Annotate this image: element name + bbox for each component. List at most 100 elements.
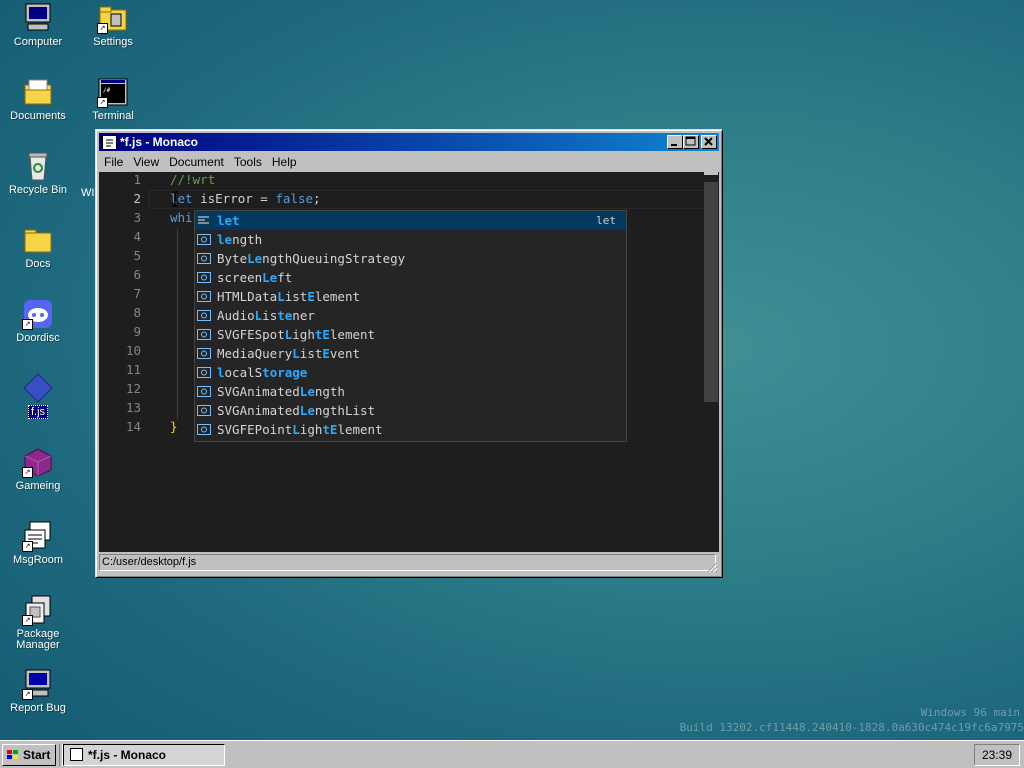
line-number: 9 bbox=[133, 324, 141, 339]
label-text: igh bbox=[292, 327, 315, 342]
variable-icon bbox=[197, 386, 211, 397]
menu-file[interactable]: File bbox=[99, 152, 128, 169]
line-number: 14 bbox=[125, 419, 141, 434]
menu-document[interactable]: Document bbox=[164, 152, 229, 169]
desktop-icon-doordisc[interactable]: ↗ Doordisc bbox=[0, 298, 76, 344]
suggestion-label: screenLeft bbox=[217, 270, 292, 285]
suggestion-item[interactable]: HTMLDataListElement bbox=[195, 287, 626, 306]
desktop-icon-gameing[interactable]: ↗ Gameing bbox=[0, 446, 76, 492]
code-token: isError = bbox=[192, 191, 276, 206]
line-number: 6 bbox=[133, 267, 141, 282]
system-tray-clock[interactable]: 23:39 bbox=[974, 744, 1020, 766]
minimize-button[interactable] bbox=[667, 135, 683, 149]
line-number: 8 bbox=[133, 305, 141, 320]
desktop-icon-documents[interactable]: Documents bbox=[0, 76, 76, 122]
suggestion-item[interactable]: MediaQueryListEvent bbox=[195, 344, 626, 363]
label-text: ner bbox=[292, 308, 315, 323]
build-watermark-line1: Windows 96 main bbox=[920, 706, 1020, 719]
suggestion-item[interactable]: length bbox=[195, 230, 626, 249]
desktop-icon-label: Settings bbox=[93, 36, 133, 48]
desktop-icon-fjs[interactable]: f.js bbox=[0, 372, 76, 419]
suggestion-item[interactable]: SVGAnimatedLength bbox=[195, 382, 626, 401]
suggestion-item[interactable]: SVGAnimatedLengthList bbox=[195, 401, 626, 420]
code-line-3: whi bbox=[170, 210, 193, 225]
line-number: 10 bbox=[125, 343, 141, 358]
label-text: ist bbox=[284, 289, 308, 304]
desktop-icon-label: Doordisc bbox=[16, 332, 60, 344]
label-text: lement bbox=[314, 289, 361, 304]
desktop-icon-label: Gameing bbox=[15, 480, 61, 492]
desktop-icon-recycle-bin[interactable]: Recycle Bin bbox=[0, 150, 76, 196]
shortcut-arrow-icon: ↗ bbox=[22, 689, 33, 700]
label-text: vent bbox=[329, 346, 361, 361]
menu-tools[interactable]: Tools bbox=[229, 152, 267, 169]
desktop-icon-msgroom[interactable]: ↗ MsgRoom bbox=[0, 520, 76, 566]
menu-help[interactable]: Help bbox=[267, 152, 302, 169]
desktop-icon-docs[interactable]: Docs bbox=[0, 224, 76, 270]
variable-icon bbox=[197, 291, 211, 302]
taskbar: Start *f.js - Monaco 23:39 bbox=[0, 740, 1024, 768]
match-highlight: tE bbox=[314, 327, 330, 342]
report-bug-icon: ↗ bbox=[22, 668, 54, 700]
shortcut-arrow-icon: ↗ bbox=[22, 615, 33, 626]
taskbar-item-monaco[interactable]: *f.js - Monaco bbox=[63, 744, 225, 766]
suggestion-item[interactable]: AudioListener bbox=[195, 306, 626, 325]
suggestion-detail: let bbox=[596, 214, 616, 227]
label-text: SVGFESpot bbox=[217, 327, 285, 342]
label-text: ft bbox=[277, 270, 293, 285]
line-number: 2 bbox=[133, 191, 141, 206]
desktop-icon-report-bug[interactable]: ↗ Report Bug bbox=[0, 668, 76, 714]
desktop-icon-package-manager[interactable]: ↗ Package Manager bbox=[0, 594, 76, 651]
variable-icon bbox=[197, 348, 211, 359]
menu-view[interactable]: View bbox=[128, 152, 164, 169]
literal-token: false bbox=[275, 191, 314, 206]
vertical-scroll-thumb[interactable] bbox=[704, 182, 718, 402]
maximize-button[interactable] bbox=[683, 135, 699, 149]
gameing-cube-icon: ↗ bbox=[22, 446, 54, 478]
desktop-icon-computer[interactable]: Computer bbox=[0, 2, 76, 48]
code-line-2: let isError = false; bbox=[170, 191, 321, 206]
match-highlight: tE bbox=[322, 422, 338, 437]
close-button[interactable] bbox=[701, 135, 717, 149]
settings-folder-icon: ↗ bbox=[97, 2, 129, 34]
suggestion-item[interactable]: SVGFEPointLightElement bbox=[195, 420, 626, 439]
line-number: 12 bbox=[125, 381, 141, 396]
variable-icon bbox=[197, 272, 211, 283]
variable-icon bbox=[197, 234, 211, 245]
start-label: Start bbox=[23, 748, 51, 762]
code-editor[interactable]: 1 2 3 4 5 6 7 8 9 10 11 12 13 14 //!wrt let isError =… bbox=[99, 172, 719, 552]
desktop-icon-terminal[interactable]: /# ↗ Terminal bbox=[75, 76, 151, 122]
folder-icon bbox=[22, 224, 54, 256]
suggestion-item[interactable]: SVGFESpotLightElement bbox=[195, 325, 626, 344]
match-highlight: L bbox=[292, 422, 300, 437]
shortcut-arrow-icon: ↗ bbox=[22, 319, 33, 330]
suggestion-item[interactable]: localStorage bbox=[195, 363, 626, 382]
suggestion-label: SVGFEPointLightElement bbox=[217, 422, 383, 437]
suggestion-label: length bbox=[217, 232, 262, 247]
hidden-icon-label: WI bbox=[81, 187, 95, 199]
suggestion-item[interactable]: screenLeft bbox=[195, 268, 626, 287]
code-line-14: } bbox=[170, 419, 178, 434]
window-titlebar[interactable]: *f.js - Monaco bbox=[99, 133, 719, 151]
label-text: SVGAnimated bbox=[217, 384, 300, 399]
suggestion-item[interactable]: ByteLengthQueuingStrategy bbox=[195, 249, 626, 268]
label-text: HTMLData bbox=[217, 289, 278, 304]
desktop-icon-label: Documents bbox=[10, 110, 66, 122]
match-highlight: E bbox=[322, 346, 330, 361]
resize-grip[interactable] bbox=[706, 561, 718, 573]
desktop-icon-label: Docs bbox=[25, 258, 51, 270]
label-text: ngth bbox=[314, 384, 345, 399]
doordisc-icon: ↗ bbox=[22, 298, 54, 330]
suggestion-item[interactable]: let let bbox=[195, 211, 626, 230]
line-number: 11 bbox=[125, 362, 141, 377]
desktop-icon-settings[interactable]: ↗ Settings bbox=[75, 2, 151, 48]
menu-bar: File View Document Tools Help bbox=[99, 152, 719, 172]
label-text: lement bbox=[329, 327, 376, 342]
suggestion-label: let bbox=[217, 213, 240, 228]
desktop-icon-label: Terminal bbox=[92, 110, 134, 122]
msgroom-icon: ↗ bbox=[22, 520, 54, 552]
start-button[interactable]: Start bbox=[2, 744, 56, 766]
autocomplete-suggest-widget[interactable]: let let length ByteLengthQueuingStrategy scr… bbox=[194, 210, 627, 442]
recycle-bin-icon bbox=[22, 150, 54, 182]
suggestion-label: SVGAnimatedLength bbox=[217, 384, 345, 399]
